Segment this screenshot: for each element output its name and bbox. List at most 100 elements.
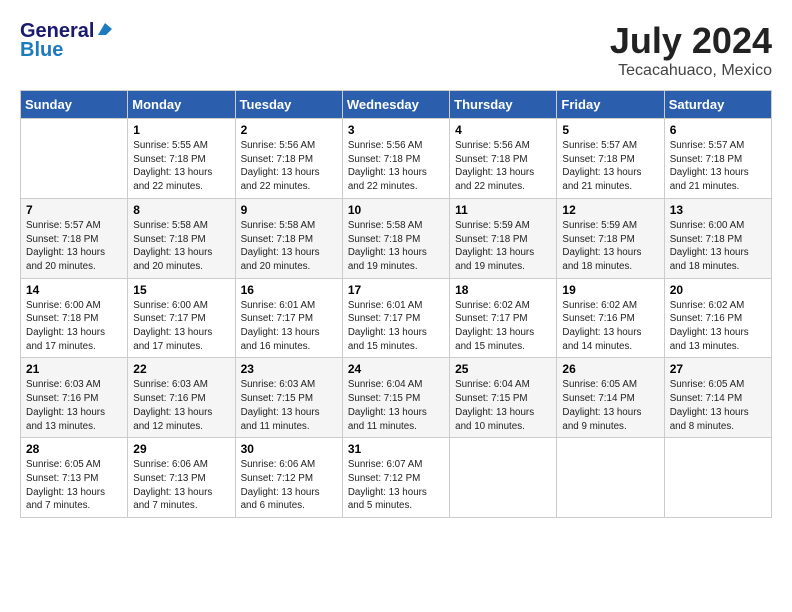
day-info: Sunrise: 6:03 AM Sunset: 7:15 PM Dayligh…: [241, 378, 337, 433]
calendar-cell: 6Sunrise: 5:57 AM Sunset: 7:18 PM Daylig…: [664, 119, 771, 199]
calendar-cell: 5 Sunrise: 5:57 AM Sunset: 7:18 PM Daylig…: [557, 119, 664, 199]
day-number: 10: [348, 203, 444, 217]
col-thursday: Thursday: [450, 91, 557, 119]
day-number: 7: [26, 203, 122, 217]
day-info: Sunrise: 5:57 AM Sunset: 7:18 PM Dayligh…: [26, 219, 122, 274]
day-info: Sunrise: 5:58 AM Sunset: 7:18 PM Dayligh…: [241, 219, 337, 274]
calendar-cell: 26 Sunrise: 6:05 AM Sunset: 7:14 PM Dayli…: [557, 358, 664, 438]
day-number: 5: [562, 123, 658, 137]
day-number: 16: [241, 283, 337, 297]
calendar-cell: 4 Sunrise: 5:56 AM Sunset: 7:18 PM Daylig…: [450, 119, 557, 199]
day-number: 17: [348, 283, 444, 297]
logo-blue: Blue: [20, 39, 63, 62]
month-title: July 2024: [610, 20, 772, 62]
day-number: 25: [455, 362, 551, 376]
day-info: Sunrise: 6:01 AM Sunset: 7:17 PM Dayligh…: [241, 299, 337, 354]
title-section: July 2024 Tecacahuaco, Mexico: [610, 20, 772, 80]
day-info: Sunrise: 5:55 AM Sunset: 7:18 PM Dayligh…: [133, 139, 229, 194]
day-info: Sunrise: 5:56 AM Sunset: 7:18 PM Dayligh…: [455, 139, 551, 194]
calendar-week-1: 1 Sunrise: 5:55 AM Sunset: 7:18 PM Daylig…: [21, 119, 772, 199]
day-info: Sunrise: 6:03 AM Sunset: 7:16 PM Dayligh…: [133, 378, 229, 433]
calendar-page: General Blue July 2024 Tecacahuaco, Mexi…: [0, 0, 792, 612]
calendar-table: Sunday Monday Tuesday Wednesday Thursday…: [20, 90, 772, 518]
day-info: Sunrise: 6:05 AM Sunset: 7:14 PM Dayligh…: [670, 378, 766, 433]
day-info: Sunrise: 6:06 AM Sunset: 7:12 PM Dayligh…: [241, 458, 337, 513]
day-number: 13: [670, 203, 766, 217]
day-number: 19: [562, 283, 658, 297]
calendar-week-4: 21 Sunrise: 6:03 AM Sunset: 7:16 PM Dayli…: [21, 358, 772, 438]
calendar-cell: 24Sunrise: 6:04 AM Sunset: 7:15 PM Dayli…: [342, 358, 449, 438]
calendar-cell: 13 Sunrise: 6:00 AM Sunset: 7:18 PM Dayli…: [664, 198, 771, 278]
day-info: Sunrise: 6:02 AM Sunset: 7:17 PM Dayligh…: [455, 299, 551, 354]
day-number: 30: [241, 442, 337, 456]
calendar-cell: [21, 119, 128, 199]
calendar-cell: 1 Sunrise: 5:55 AM Sunset: 7:18 PM Daylig…: [128, 119, 235, 199]
location: Tecacahuaco, Mexico: [610, 62, 772, 80]
day-number: 2: [241, 123, 337, 137]
calendar-cell: 12Sunrise: 5:59 AM Sunset: 7:18 PM Dayli…: [557, 198, 664, 278]
calendar-cell: 10 Sunrise: 5:58 AM Sunset: 7:18 PM Dayli…: [342, 198, 449, 278]
day-info: Sunrise: 5:57 AM Sunset: 7:18 PM Dayligh…: [562, 139, 658, 194]
calendar-cell: 27Sunrise: 6:05 AM Sunset: 7:14 PM Dayli…: [664, 358, 771, 438]
day-info: Sunrise: 6:02 AM Sunset: 7:16 PM Dayligh…: [562, 299, 658, 354]
day-info: Sunrise: 6:02 AM Sunset: 7:16 PM Dayligh…: [670, 299, 766, 354]
day-info: Sunrise: 5:59 AM Sunset: 7:18 PM Dayligh…: [455, 219, 551, 274]
calendar-cell: 17 Sunrise: 6:01 AM Sunset: 7:17 PM Dayli…: [342, 278, 449, 358]
calendar-cell: 31 Sunrise: 6:07 AM Sunset: 7:12 PM Dayli…: [342, 438, 449, 518]
col-tuesday: Tuesday: [235, 91, 342, 119]
calendar-cell: 20 Sunrise: 6:02 AM Sunset: 7:16 PM Dayli…: [664, 278, 771, 358]
day-info: Sunrise: 6:00 AM Sunset: 7:18 PM Dayligh…: [26, 299, 122, 354]
day-info: Sunrise: 5:56 AM Sunset: 7:18 PM Dayligh…: [348, 139, 444, 194]
day-number: 14: [26, 283, 122, 297]
day-info: Sunrise: 6:01 AM Sunset: 7:17 PM Dayligh…: [348, 299, 444, 354]
calendar-cell: 9 Sunrise: 5:58 AM Sunset: 7:18 PM Daylig…: [235, 198, 342, 278]
calendar-cell: [557, 438, 664, 518]
calendar-cell: 21Sunrise: 6:03 AM Sunset: 7:16 PM Dayli…: [21, 358, 128, 438]
day-info: Sunrise: 5:58 AM Sunset: 7:18 PM Dayligh…: [348, 219, 444, 274]
day-number: 3: [348, 123, 444, 137]
calendar-cell: [664, 438, 771, 518]
col-saturday: Saturday: [664, 91, 771, 119]
day-info: Sunrise: 6:00 AM Sunset: 7:17 PM Dayligh…: [133, 299, 229, 354]
calendar-cell: 14 Sunrise: 6:00 AM Sunset: 7:18 PM Dayli…: [21, 278, 128, 358]
calendar-cell: 30 Sunrise: 6:06 AM Sunset: 7:12 PM Dayli…: [235, 438, 342, 518]
calendar-cell: 3 Sunrise: 5:56 AM Sunset: 7:18 PM Daylig…: [342, 119, 449, 199]
calendar-cell: 19 Sunrise: 6:02 AM Sunset: 7:16 PM Dayli…: [557, 278, 664, 358]
calendar-cell: 23 Sunrise: 6:03 AM Sunset: 7:15 PM Dayli…: [235, 358, 342, 438]
day-info: Sunrise: 6:04 AM Sunset: 7:15 PM Dayligh…: [348, 378, 444, 433]
day-number: 9: [241, 203, 337, 217]
calendar-cell: 11 Sunrise: 5:59 AM Sunset: 7:18 PM Dayli…: [450, 198, 557, 278]
day-info: Sunrise: 6:00 AM Sunset: 7:18 PM Dayligh…: [670, 219, 766, 274]
day-info: Sunrise: 6:05 AM Sunset: 7:14 PM Dayligh…: [562, 378, 658, 433]
calendar-header-row: Sunday Monday Tuesday Wednesday Thursday…: [21, 91, 772, 119]
calendar-cell: 25Sunrise: 6:04 AM Sunset: 7:15 PM Dayli…: [450, 358, 557, 438]
calendar-cell: 29Sunrise: 6:06 AM Sunset: 7:13 PM Dayli…: [128, 438, 235, 518]
logo-icon: [96, 21, 114, 39]
calendar-week-3: 14 Sunrise: 6:00 AM Sunset: 7:18 PM Dayli…: [21, 278, 772, 358]
header: General Blue July 2024 Tecacahuaco, Mexi…: [20, 20, 772, 80]
day-number: 26: [562, 362, 658, 376]
logo: General Blue: [20, 20, 114, 62]
day-number: 1: [133, 123, 229, 137]
day-number: 4: [455, 123, 551, 137]
calendar-cell: 2 Sunrise: 5:56 AM Sunset: 7:18 PM Daylig…: [235, 119, 342, 199]
day-number: 20: [670, 283, 766, 297]
day-info: Sunrise: 6:05 AM Sunset: 7:13 PM Dayligh…: [26, 458, 122, 513]
day-number: 31: [348, 442, 444, 456]
day-number: 21: [26, 362, 122, 376]
day-info: Sunrise: 6:06 AM Sunset: 7:13 PM Dayligh…: [133, 458, 229, 513]
day-number: 22: [133, 362, 229, 376]
calendar-cell: 15Sunrise: 6:00 AM Sunset: 7:17 PM Dayli…: [128, 278, 235, 358]
day-info: Sunrise: 5:57 AM Sunset: 7:18 PM Dayligh…: [670, 139, 766, 194]
day-number: 18: [455, 283, 551, 297]
calendar-week-5: 28 Sunrise: 6:05 AM Sunset: 7:13 PM Dayli…: [21, 438, 772, 518]
day-info: Sunrise: 5:59 AM Sunset: 7:18 PM Dayligh…: [562, 219, 658, 274]
day-info: Sunrise: 5:56 AM Sunset: 7:18 PM Dayligh…: [241, 139, 337, 194]
day-info: Sunrise: 6:07 AM Sunset: 7:12 PM Dayligh…: [348, 458, 444, 513]
day-number: 23: [241, 362, 337, 376]
col-friday: Friday: [557, 91, 664, 119]
day-number: 11: [455, 203, 551, 217]
day-number: 28: [26, 442, 122, 456]
day-number: 8: [133, 203, 229, 217]
col-wednesday: Wednesday: [342, 91, 449, 119]
